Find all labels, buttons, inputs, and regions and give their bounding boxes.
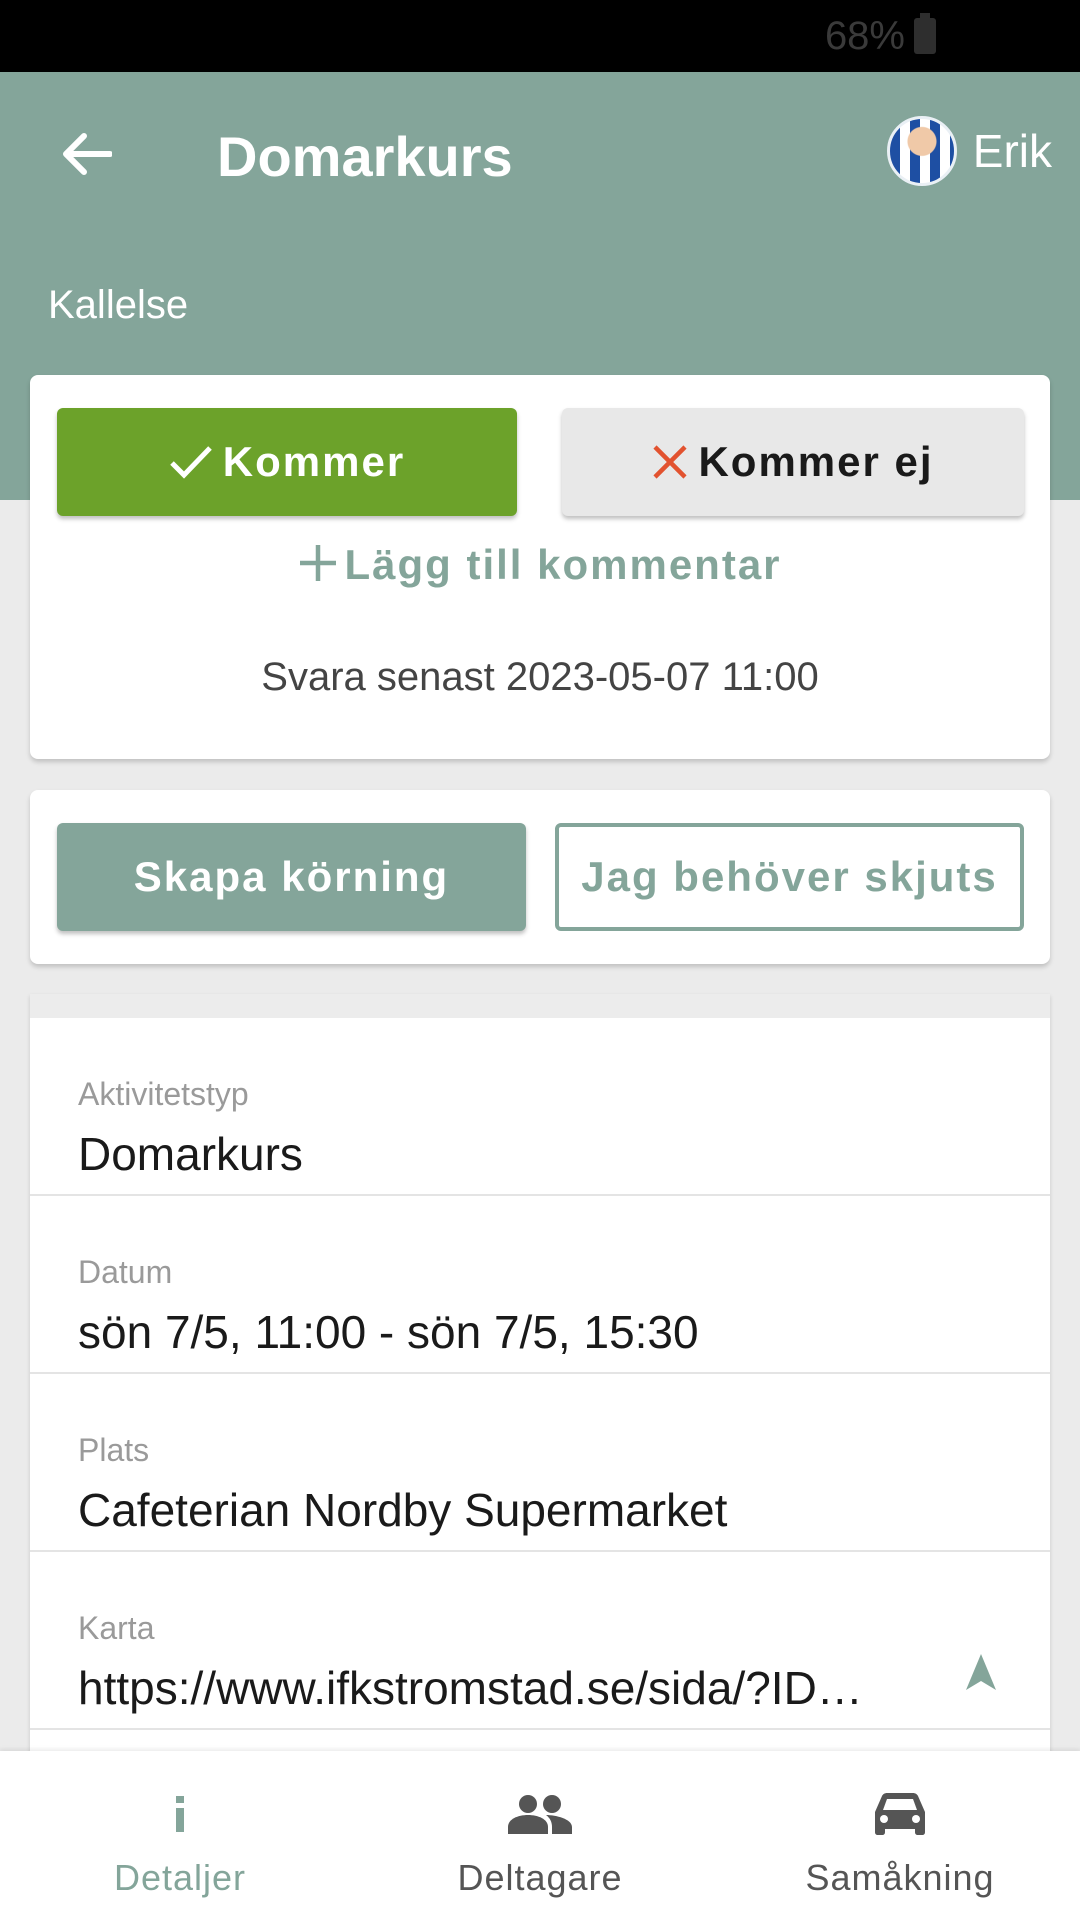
rsvp-card: Kommer Kommer ej Lägg till kommentar Sva… xyxy=(30,375,1050,759)
car-icon xyxy=(873,1789,927,1839)
carpool-card: Skapa körning Jag behöver skjuts xyxy=(30,790,1050,964)
map-link[interactable]: https://www.ifkstromstad.se/sida/?ID… xyxy=(78,1661,928,1715)
close-icon xyxy=(652,444,688,480)
avatar[interactable] xyxy=(886,116,957,186)
detail-label: Karta xyxy=(78,1610,155,1646)
check-icon xyxy=(169,444,213,480)
people-icon xyxy=(508,1789,572,1839)
info-icon xyxy=(172,1789,188,1839)
tab-carpool[interactable]: Samåkning xyxy=(720,1751,1080,1920)
detail-label: Plats xyxy=(78,1432,150,1468)
back-button[interactable] xyxy=(50,118,122,190)
detail-row-map[interactable]: Karta https://www.ifkstromstad.se/sida/?… xyxy=(30,1552,1050,1730)
detail-label: Aktivitetstyp xyxy=(78,1076,249,1112)
detail-value: Domarkurs xyxy=(78,1128,303,1180)
need-ride-button[interactable]: Jag behöver skjuts xyxy=(555,823,1024,931)
detail-value: sön 7/5, 11:00 - sön 7/5, 15:30 xyxy=(78,1306,699,1358)
page-title: Domarkurs xyxy=(217,125,513,188)
battery-percentage: 68% xyxy=(824,14,905,58)
coming-button[interactable]: Kommer xyxy=(57,408,517,516)
detail-label: Datum xyxy=(78,1254,173,1290)
not-coming-button[interactable]: Kommer ej xyxy=(562,408,1024,516)
coming-label: Kommer xyxy=(222,438,406,485)
detail-value: Cafeterian Nordby Supermarket xyxy=(78,1484,728,1536)
add-comment-button[interactable]: Lägg till kommentar xyxy=(30,525,1050,605)
create-ride-button[interactable]: Skapa körning xyxy=(57,823,526,931)
user-name: Erik xyxy=(972,125,1052,177)
bottom-navigation: Detaljer Deltagare Samåkning xyxy=(0,1751,1080,1920)
detail-row-location: Plats Cafeterian Nordby Supermarket xyxy=(30,1374,1050,1552)
battery-icon xyxy=(914,13,936,54)
add-comment-label: Lägg till kommentar xyxy=(344,541,782,588)
plus-icon xyxy=(298,534,338,596)
not-coming-label: Kommer ej xyxy=(698,438,934,485)
tab-label: Deltagare xyxy=(457,1857,623,1898)
status-bar: 68% xyxy=(0,0,1080,72)
details-header xyxy=(30,994,1050,1018)
user-profile[interactable]: Erik xyxy=(886,116,1052,186)
navigation-icon[interactable] xyxy=(964,1652,998,1697)
tab-label: Detaljer xyxy=(113,1857,247,1898)
detail-row-activity-type: Aktivitetstyp Domarkurs xyxy=(30,1018,1050,1196)
details-list: Aktivitetstyp Domarkurs Datum sön 7/5, 1… xyxy=(30,994,1050,1754)
response-deadline: Svara senast 2023-05-07 11:00 xyxy=(261,655,819,699)
tab-label: Samåkning xyxy=(805,1857,995,1898)
arrow-left-icon xyxy=(63,133,112,175)
section-label: Kallelse xyxy=(48,283,189,327)
tab-participants[interactable]: Deltagare xyxy=(360,1751,720,1920)
tab-details[interactable]: Detaljer xyxy=(0,1751,360,1920)
detail-row-date: Datum sön 7/5, 11:00 - sön 7/5, 15:30 xyxy=(30,1196,1050,1374)
